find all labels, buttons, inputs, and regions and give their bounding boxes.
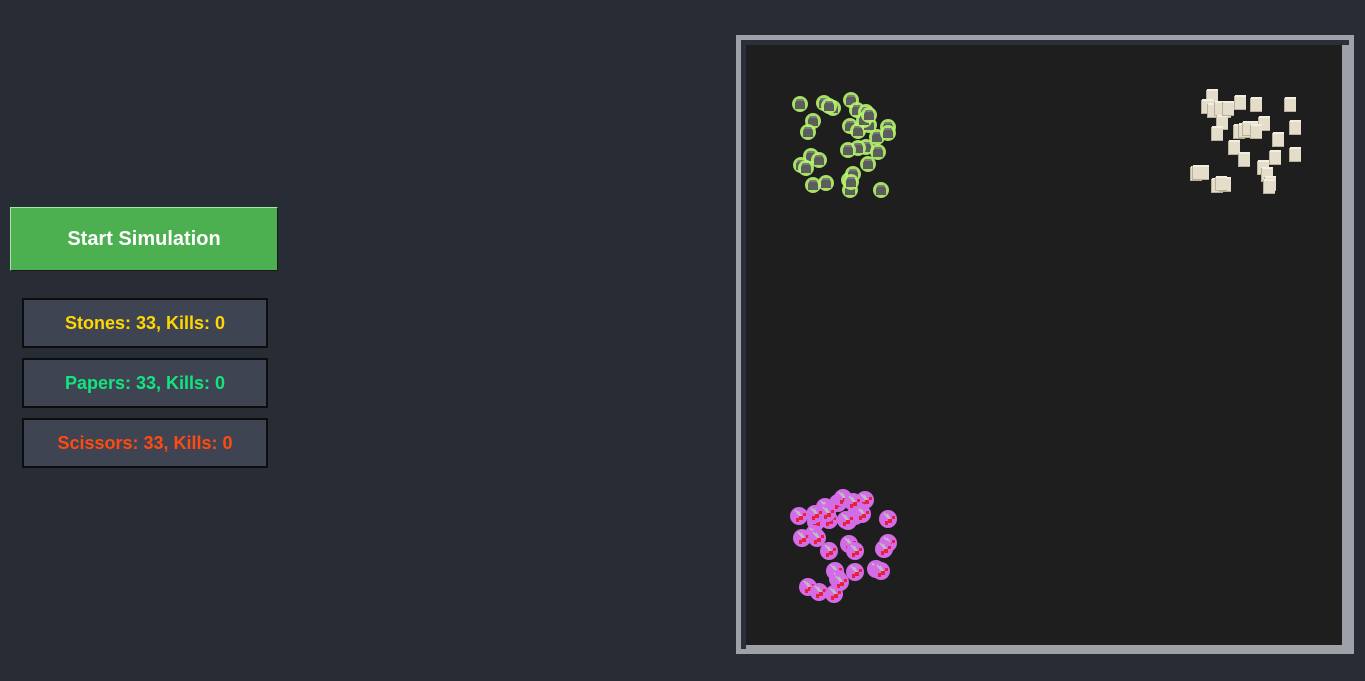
stone-sprite — [843, 174, 859, 190]
paper-sprite — [1234, 94, 1246, 110]
scissors-sprite — [846, 542, 864, 560]
paper-sprite — [1269, 149, 1281, 165]
stone-sprite — [805, 177, 821, 193]
paper-sprite — [1289, 119, 1301, 135]
stones-stat: Stones: 33, Kills: 0 — [22, 298, 268, 348]
stone-sprite — [861, 107, 877, 123]
paper-sprite — [1250, 96, 1262, 112]
simulation-arena[interactable] — [746, 45, 1342, 645]
scissors-sprite — [831, 573, 849, 591]
paper-sprite — [1215, 175, 1227, 191]
stone-sprite — [873, 182, 889, 198]
papers-stat-label: Papers: 33, Kills: 0 — [64, 372, 226, 393]
stone-sprite — [821, 98, 837, 114]
paper-sprite — [1211, 125, 1223, 141]
scissors-sprite — [879, 510, 897, 528]
stone-sprite — [798, 160, 814, 176]
stone-sprite — [800, 124, 816, 140]
scissors-sprite — [872, 562, 890, 580]
paper-sprite — [1284, 96, 1296, 112]
stone-sprite — [870, 144, 886, 160]
paper-sprite — [1289, 146, 1301, 162]
start-simulation-button[interactable]: Start Simulation — [10, 207, 278, 271]
scissors-stat-label: Scissors: 33, Kills: 0 — [57, 432, 233, 453]
scissors-sprite — [820, 542, 838, 560]
paper-sprite — [1222, 100, 1234, 116]
scissors-sprite — [875, 540, 893, 558]
scissors-stat: Scissors: 33, Kills: 0 — [22, 418, 268, 468]
stones-stat-label: Stones: 33, Kills: 0 — [64, 312, 226, 333]
paper-sprite — [1192, 164, 1204, 180]
paper-sprite — [1263, 178, 1275, 194]
scissors-sprite — [806, 505, 824, 523]
stone-sprite — [880, 125, 896, 141]
paper-sprite — [1238, 151, 1250, 167]
stone-sprite — [840, 142, 856, 158]
paper-sprite — [1272, 131, 1284, 147]
stone-sprite — [792, 96, 808, 112]
papers-stat: Papers: 33, Kills: 0 — [22, 358, 268, 408]
scissors-sprite — [844, 493, 862, 511]
paper-sprite — [1250, 123, 1262, 139]
